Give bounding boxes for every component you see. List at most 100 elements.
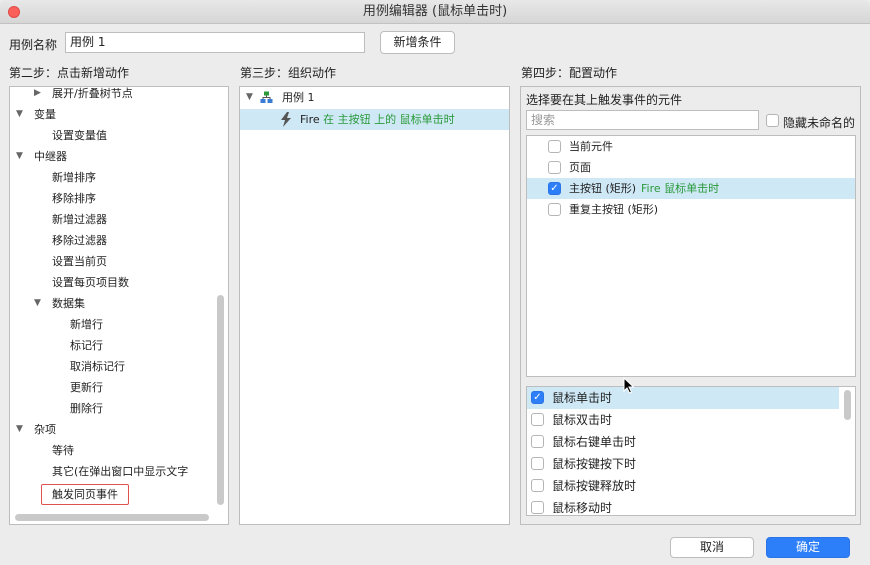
widget-row[interactable]: 当前元件: [527, 136, 855, 157]
action-tree-item-label: 取消标记行: [70, 360, 125, 373]
widget-row[interactable]: ✓ 主按钮 (矩形) Fire 鼠标单击时: [527, 178, 855, 199]
action-tree-item-label: 移除排序: [52, 192, 96, 205]
action-tree-item[interactable]: 新增行: [10, 314, 215, 335]
widget-label: 页面: [569, 161, 591, 174]
action-tree-item[interactable]: 删除行: [10, 398, 215, 419]
event-label: 鼠标单击时: [552, 391, 613, 405]
action-tree-item-label: 移除过滤器: [52, 234, 107, 247]
action-tree-item-label: 设置变量值: [52, 129, 107, 142]
widget-label: 主按钮 (矩形): [569, 182, 637, 195]
action-tree-item[interactable]: 新增过滤器: [10, 209, 215, 230]
case-flow-icon: [260, 91, 273, 103]
action-tree-hscroll[interactable]: [15, 514, 209, 521]
widget-row[interactable]: 重复主按钮 (矩形): [527, 199, 855, 220]
event-checkbox[interactable]: [531, 479, 544, 492]
event-row[interactable]: 鼠标右键单击时: [527, 431, 839, 453]
cancel-button[interactable]: 取消: [670, 537, 754, 558]
widget-checkbox[interactable]: [548, 140, 561, 153]
widget-checkbox[interactable]: [548, 203, 561, 216]
fire-keyword: Fire: [300, 113, 320, 126]
action-tree-item-label: 新增行: [70, 318, 103, 331]
event-row[interactable]: 鼠标双击时: [527, 409, 839, 431]
action-tree-panel: ▶ 展开/折叠树节点 ▼ 变量设置变量值 ▼ 中继器新增排序移除排序新增过滤器移除过滤器设…: [9, 86, 229, 525]
select-widget-subtitle: 选择要在其上触发事件的元件: [526, 93, 683, 107]
event-name: 鼠标单击时: [399, 113, 455, 126]
case-name-label: 用例名称: [9, 38, 58, 52]
action-tree-item-label: 删除行: [70, 402, 103, 415]
action-tree-item-label: 等待: [52, 444, 74, 457]
action-tree-item[interactable]: ▼ 杂项: [10, 419, 215, 440]
widget-event-note: Fire 鼠标单击时: [641, 182, 720, 195]
action-tree-item[interactable]: 取消标记行: [10, 356, 215, 377]
event-row[interactable]: ✓ 鼠标单击时: [527, 387, 839, 409]
action-tree-item[interactable]: 其它(在弹出窗口中显示文字: [10, 461, 215, 482]
event-checkbox[interactable]: [531, 435, 544, 448]
widget-checkbox[interactable]: ✓: [548, 182, 561, 195]
event-row[interactable]: 鼠标移动时: [527, 497, 839, 515]
close-window-button[interactable]: [8, 6, 20, 18]
action-tree-item-label: 更新行: [70, 381, 103, 394]
widget-search-input[interactable]: 搜索: [526, 110, 759, 130]
on-word: 上的: [374, 113, 397, 126]
action-tree-item[interactable]: ▼ 中继器: [10, 146, 215, 167]
action-tree-item[interactable]: ▼ 数据集: [10, 293, 215, 314]
action-tree-item-label: 展开/折叠树节点: [52, 87, 133, 100]
action-tree-item[interactable]: 设置每页项目数: [10, 272, 215, 293]
fire-action-row[interactable]: Fire 在 主按钮 上的 鼠标单击时: [240, 109, 509, 130]
chevron-down-icon[interactable]: ▼: [34, 293, 41, 314]
widget-checkbox[interactable]: [548, 161, 561, 174]
action-tree-item[interactable]: 移除过滤器: [10, 230, 215, 251]
action-tree-item[interactable]: 设置变量值: [10, 125, 215, 146]
action-tree-item[interactable]: 标记行: [10, 335, 215, 356]
chevron-down-icon[interactable]: ▼: [16, 146, 23, 167]
widget-label: 当前元件: [569, 140, 613, 153]
lightning-icon: [281, 112, 291, 127]
event-row[interactable]: 鼠标按键按下时: [527, 453, 839, 475]
case-editor-window: 用例编辑器 (鼠标单击时) 用例名称 用例 1 新增条件 第二步：点击新增动作 …: [0, 0, 870, 565]
widget-row[interactable]: 页面: [527, 157, 855, 178]
case-tree-row[interactable]: ▼ 用例 1: [240, 87, 509, 108]
action-tree-item[interactable]: 触发同页事件: [10, 482, 215, 505]
organize-actions-panel: ▼ 用例 1 Fire 在 主按钮 上的 鼠标单击时: [239, 86, 510, 525]
action-tree-vscroll[interactable]: [217, 295, 224, 505]
chevron-down-icon[interactable]: ▼: [16, 104, 23, 125]
widget-label: 重复主按钮 (矩形): [569, 203, 659, 216]
event-list: ✓ 鼠标单击时鼠标双击时鼠标右键单击时鼠标按键按下时 鼠标按键释放时鼠标移动时: [526, 386, 856, 516]
action-tree-item[interactable]: 移除排序: [10, 188, 215, 209]
chevron-right-icon[interactable]: ▶: [34, 87, 41, 104]
event-row[interactable]: 鼠标按键释放时: [527, 475, 839, 497]
step3-title: 第三步：组织动作: [240, 66, 337, 80]
action-tree-item-label: 新增过滤器: [52, 213, 107, 226]
action-tree-item[interactable]: 等待: [10, 440, 215, 461]
action-tree-item-label: 标记行: [70, 339, 103, 352]
fire-action-text: Fire 在 主按钮 上的 鼠标单击时: [300, 109, 455, 130]
event-label: 鼠标双击时: [552, 413, 613, 427]
action-tree-item[interactable]: ▼ 变量: [10, 104, 215, 125]
event-checkbox[interactable]: [531, 457, 544, 470]
event-label: 鼠标按键按下时: [552, 457, 637, 471]
action-tree-item-label: 设置每页项目数: [52, 276, 129, 289]
action-tree-item-label: 设置当前页: [52, 255, 107, 268]
mouse-cursor-icon: [623, 377, 635, 394]
target-name: 主按钮: [337, 113, 371, 126]
event-list-vscroll[interactable]: [844, 390, 851, 420]
event-checkbox[interactable]: ✓: [531, 391, 544, 404]
hide-unnamed-checkbox[interactable]: [766, 114, 779, 127]
action-tree-item-label: 中继器: [34, 150, 67, 163]
action-tree-item-label: 其它(在弹出窗口中显示文字: [52, 465, 189, 478]
chevron-down-icon[interactable]: ▼: [16, 419, 23, 440]
event-checkbox[interactable]: [531, 501, 544, 514]
event-label: 鼠标按键释放时: [552, 479, 637, 493]
event-checkbox[interactable]: [531, 413, 544, 426]
action-tree-item-label: 新增排序: [52, 171, 96, 184]
action-tree-item-label: 杂项: [34, 423, 56, 436]
action-tree-item[interactable]: 新增排序: [10, 167, 215, 188]
case-label: 用例 1: [282, 91, 315, 104]
action-tree-item[interactable]: ▶ 展开/折叠树节点: [10, 87, 215, 104]
add-condition-button[interactable]: 新增条件: [380, 31, 455, 54]
action-tree-item[interactable]: 设置当前页: [10, 251, 215, 272]
ok-button[interactable]: 确定: [766, 537, 850, 558]
configure-action-panel: 选择要在其上触发事件的元件 搜索 隐藏未命名的 当前元件 页面 ✓ 主按钮 (矩形) F…: [520, 86, 861, 525]
action-tree-item[interactable]: 更新行: [10, 377, 215, 398]
case-name-input[interactable]: 用例 1: [65, 32, 365, 53]
